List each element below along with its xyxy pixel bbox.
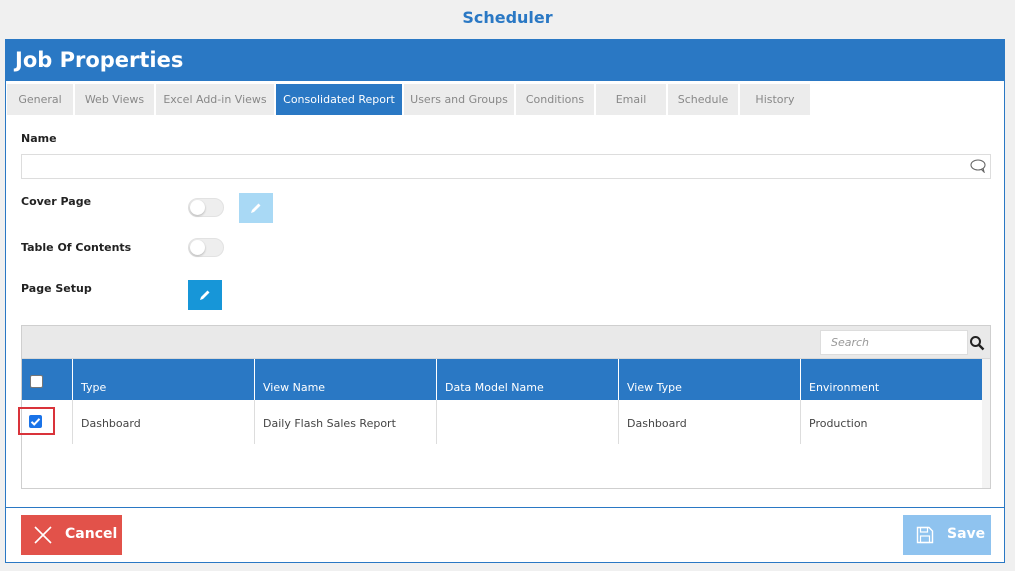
tab-history[interactable]: History [740,84,810,115]
cover-page-edit-button[interactable] [239,193,273,223]
cancel-label: Cancel [65,526,118,542]
tab-email[interactable]: Email [596,84,666,115]
column-header-type[interactable]: Type [73,359,255,400]
views-grid: Search Type View Name Data Model Name Vi… [18,325,991,489]
grid-scrollbar[interactable] [982,359,990,488]
pencil-icon [200,290,210,300]
tab-users-and-groups[interactable]: Users and Groups [404,84,514,115]
name-input[interactable] [21,154,991,179]
row-checkbox[interactable] [29,415,42,428]
toggle-knob [190,200,205,215]
select-all-cell [22,359,73,400]
cell-environment: Production [809,417,868,430]
close-icon [34,526,52,544]
footer-divider [6,507,1004,508]
floppy-disk-icon [916,526,934,544]
column-header-view-name[interactable]: View Name [255,359,437,400]
tab-consolidated-report[interactable]: Consolidated Report [276,84,402,115]
app-title: Scheduler [462,8,553,27]
toc-toggle[interactable] [188,238,224,257]
name-label: Name [21,132,57,145]
page-setup-label: Page Setup [21,282,92,295]
table-row[interactable]: Dashboard Daily Flash Sales Report Dashb… [18,400,990,444]
tab-bar: General Web Views Excel Add-in Views Con… [6,84,1004,115]
tab-excel-add-in-views[interactable]: Excel Add-in Views [156,84,274,115]
tab-schedule[interactable]: Schedule [668,84,738,115]
column-header-data-model-name[interactable]: Data Model Name [437,359,619,400]
row-select-cell [18,400,73,444]
pencil-icon [251,203,261,213]
search-icon[interactable] [969,335,985,351]
cover-page-toggle[interactable] [188,198,224,217]
column-header-environment[interactable]: Environment [801,359,983,400]
tab-general[interactable]: General [7,84,73,115]
save-button[interactable]: Save [903,515,991,555]
grid-toolbar: Search [22,326,990,359]
panel-title: Job Properties [6,40,1004,81]
search-input[interactable]: Search [820,330,968,355]
page-setup-edit-button[interactable] [188,280,222,310]
job-properties-panel: Job Properties General Web Views Excel A… [5,39,1005,563]
cover-page-label: Cover Page [21,195,92,208]
save-label: Save [947,526,986,542]
cell-view-name: Daily Flash Sales Report [255,400,437,444]
cell-view-type: Dashboard [619,400,801,444]
column-header-view-type[interactable]: View Type [619,359,801,400]
toc-label: Table Of Contents [21,241,132,254]
cell-data-model-name [437,400,619,444]
select-all-checkbox[interactable] [30,375,43,388]
speech-bubble-icon[interactable] [970,159,986,173]
grid-header: Type View Name Data Model Name View Type… [22,359,990,400]
toggle-knob [190,240,205,255]
tab-conditions[interactable]: Conditions [516,84,594,115]
checkmark-icon [30,418,41,426]
cancel-button[interactable]: Cancel [21,515,122,555]
tab-web-views[interactable]: Web Views [75,84,154,115]
cell-type: Dashboard [73,400,255,444]
